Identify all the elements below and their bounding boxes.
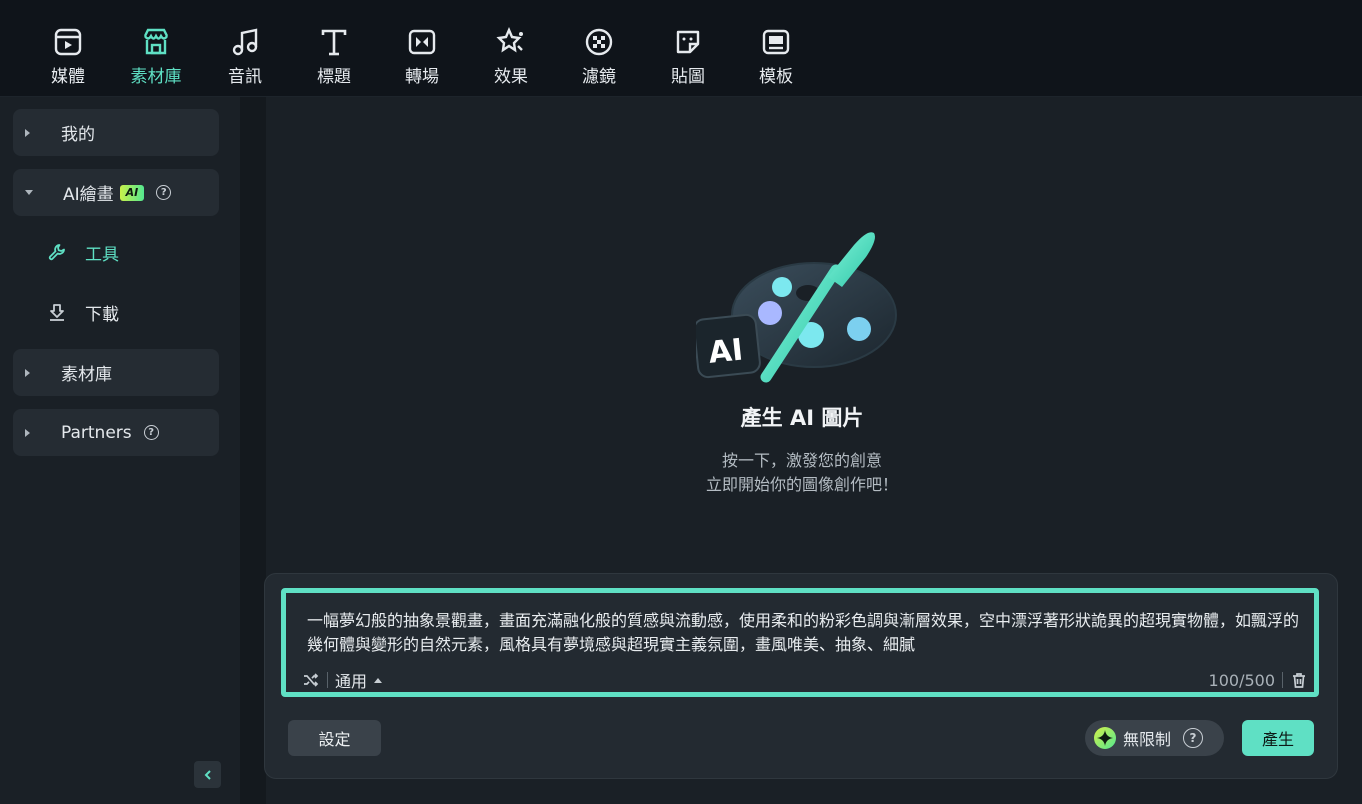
sidebar-item-label: 我的 [61,125,95,145]
tool-label: 模板 [759,67,793,87]
generate-button[interactable]: 產生 [1242,720,1314,756]
divider [1282,672,1283,688]
tool-transitions[interactable]: 轉場 [382,26,462,90]
sparkle-icon [1094,727,1116,749]
tool-label: 音訊 [228,67,262,87]
caret-right-icon [25,368,30,377]
download-icon [50,304,64,321]
illustration-ai-badge: AI [707,332,745,370]
collapse-sidebar-button[interactable] [194,761,221,788]
prompt-input[interactable]: 一幅夢幻般的抽象景觀畫，畫面充滿融化般的質感與流動感，使用柔和的粉彩色調與漸層效… [281,588,1319,697]
sidebar-item-label: 素材庫 [61,365,112,385]
chevron-left-icon [204,769,211,780]
caret-up-icon[interactable] [374,677,383,683]
page-subtitle: 立即開始你的圖像創作吧！ [705,475,898,494]
transition-icon [408,29,436,55]
tool-media[interactable]: 媒體 [28,26,108,90]
help-icon[interactable]: ? [156,185,172,200]
tool-filters[interactable]: 濾鏡 [559,26,639,90]
wrench-icon [48,244,65,261]
sidebar-item-downloads[interactable]: 下載 [47,300,119,325]
template-icon [762,29,790,55]
tool-label: 媒體 [51,67,85,87]
sidebar-divider [240,97,266,804]
tool-label: 濾鏡 [582,67,616,87]
effects-icon [496,26,523,53]
music-note-icon [232,28,258,56]
filter-icon [585,28,613,56]
sidebar-item-label: 下載 [85,304,119,325]
tool-label: 標題 [317,67,351,87]
page-title: 產生 AI 圖片 [740,406,864,430]
tool-stickers[interactable]: 貼圖 [648,26,728,90]
sidebar-item-library[interactable]: 素材庫 [13,349,219,396]
unlimited-credits-button[interactable]: 無限制 ? [1085,720,1224,756]
tool-label: 貼圖 [671,67,705,87]
caret-down-icon [25,190,33,195]
prompt-footer: 通用 100/500 [302,669,1308,691]
sidebar-item-partners[interactable]: Partners ? [13,409,219,456]
style-selector[interactable]: 通用 [335,668,367,692]
unlimited-label: 無限制 [1123,730,1172,749]
character-count: 100/500 [1208,670,1275,690]
sidebar-item-label: 工具 [85,244,119,265]
tool-titles[interactable]: 標題 [294,26,374,90]
help-icon[interactable]: ? [1183,728,1204,748]
divider [327,672,328,688]
store-icon [143,28,169,55]
sidebar-item-label: Partners [61,422,132,443]
shuffle-icon[interactable] [302,671,320,689]
media-icon [54,28,82,56]
sidebar-item-label: AI繪畫 [63,185,114,205]
top-toolbar: 媒體 素材庫 音訊 標題 轉場 效果 濾鏡 貼圖 模板 [0,0,1362,97]
tool-templates[interactable]: 模板 [736,26,816,90]
page-subtitle: 按一下，激發您的創意 [721,451,882,470]
prompt-text[interactable]: 一幅夢幻般的抽象景觀畫，畫面充滿融化般的質感與流動感，使用柔和的粉彩色調與漸層效… [307,609,1307,657]
trash-icon[interactable] [1290,671,1308,689]
settings-button[interactable]: 設定 [288,720,381,756]
tool-effects[interactable]: 效果 [471,26,551,90]
sidebar-item-mine[interactable]: 我的 [13,109,219,156]
tool-label: 素材庫 [130,67,182,87]
ai-badge: AI [119,184,145,201]
help-icon[interactable]: ? [143,425,159,440]
tool-audio[interactable]: 音訊 [205,26,285,90]
title-t-icon [321,29,347,56]
tool-label: 效果 [494,67,528,87]
caret-right-icon [25,128,30,137]
tool-label: 轉場 [405,67,439,87]
tool-library[interactable]: 素材庫 [116,26,196,90]
caret-right-icon [25,428,30,437]
sticker-icon [676,30,700,54]
sidebar-item-ai-drawing[interactable]: AI繪畫 AI ? [13,169,219,216]
sidebar-item-tools[interactable]: 工具 [47,240,119,265]
palette-illustration: AI [696,232,897,383]
